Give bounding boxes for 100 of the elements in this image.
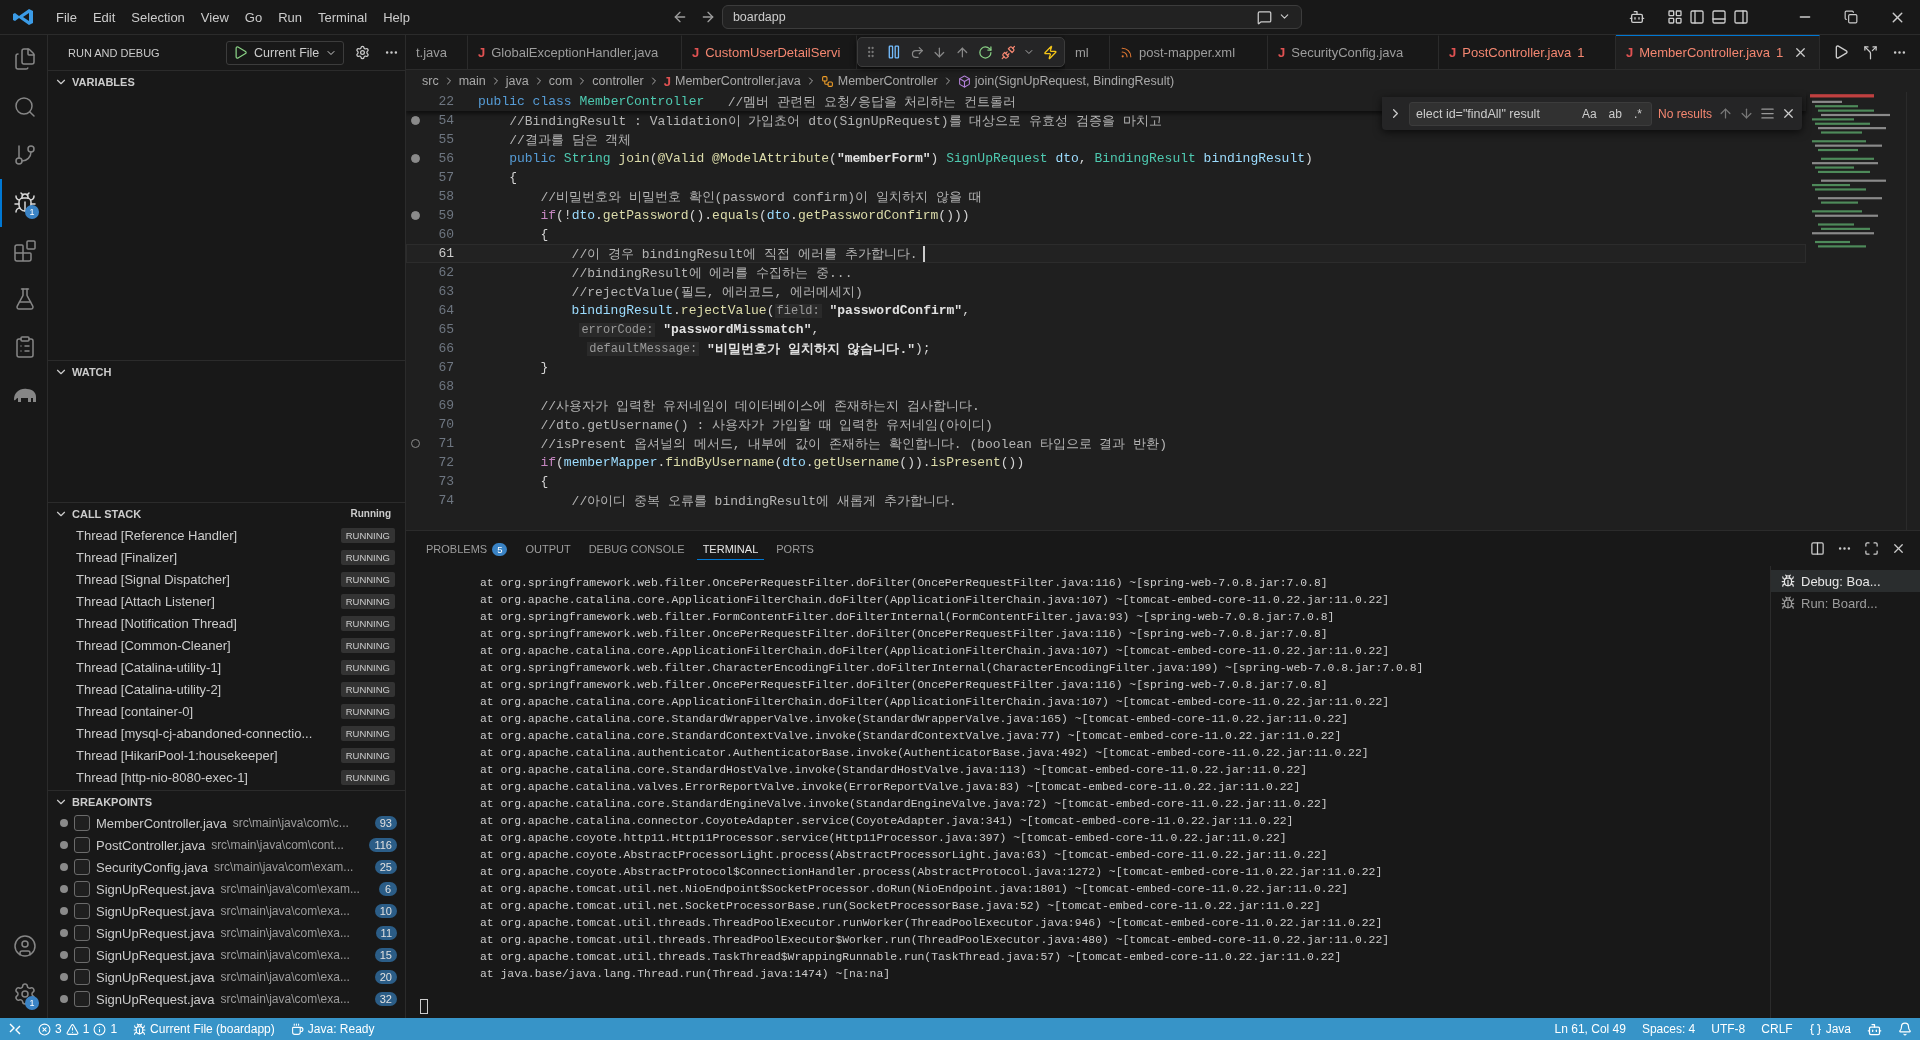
panel-tab[interactable]: OUTPUT [519, 537, 577, 560]
menu-item[interactable]: Terminal [310, 9, 376, 25]
breadcrumb-item[interactable]: java [505, 74, 529, 88]
thread-item[interactable]: Thread [http-nio-8080-exec-1] [76, 769, 248, 785]
braces-icon [1808, 1022, 1822, 1036]
line-number: 73 [437, 474, 454, 489]
checkbox[interactable] [74, 859, 90, 875]
menu-item[interactable]: Go [236, 9, 271, 25]
thread-item[interactable]: Thread [Reference Handler] [76, 527, 238, 543]
section-header[interactable]: WATCH [48, 360, 405, 382]
checkbox[interactable] [74, 947, 90, 963]
line-number: 64 [437, 303, 454, 318]
find-option[interactable]: .* [1630, 105, 1645, 122]
close-icon [1781, 106, 1796, 121]
breakpoint-file[interactable]: SignUpRequest.java [96, 925, 215, 941]
breakpoint-file[interactable]: SignUpRequest.java [96, 903, 215, 919]
thread-item[interactable]: Thread [mysql-cj-abandoned-connectio... [76, 725, 313, 741]
command-search-field[interactable]: boardapp [721, 5, 1302, 29]
breakpoint-file[interactable]: SignUpRequest.java [96, 881, 215, 897]
terminal-line: at org.apache.coyote.AbstractProtocol$ConnectionHandler.process(AbstractProtocol.java:1272) ~[tomcat-embed-core-11.0.22.jar:11.0.22] [480, 865, 1384, 880]
line-number: 62 [437, 265, 454, 280]
menu-item[interactable]: Run [270, 9, 310, 25]
launch-config-button[interactable]: Current File [226, 40, 345, 65]
find-option[interactable]: ab [1605, 105, 1625, 122]
breadcrumb-item[interactable]: controller [592, 74, 644, 88]
step-over-icon [909, 44, 925, 60]
thread-item[interactable]: Thread [HikariPool-1:housekeeper] [76, 747, 278, 763]
checkbox[interactable] [74, 837, 90, 853]
chat-icon [1256, 9, 1272, 25]
line-badge: 15 [374, 948, 397, 962]
panel-tab[interactable]: TERMINAL [696, 537, 765, 560]
breakpoint-icon [60, 907, 68, 915]
section-header[interactable]: BREAKPOINTS [48, 790, 405, 812]
thread-item[interactable]: Thread [Attach Listener] [76, 593, 215, 609]
terminal-item[interactable]: Run: Board... [1771, 592, 1920, 614]
terminal-line: at org.apache.catalina.core.ApplicationFilterChain.doFilter(ApplicationFilterChain.java:107) ~[tomcat-embed-core-11.0.22.jar:11.0.22] [480, 695, 1391, 710]
checkbox[interactable] [74, 903, 90, 919]
restart-icon [977, 44, 993, 60]
find-option[interactable]: Aa [1578, 105, 1600, 122]
breakpoint-icon[interactable] [410, 211, 420, 220]
activity-button[interactable]: 1 [0, 970, 47, 1018]
breakpoint-icon [60, 863, 68, 871]
thread-item[interactable]: Thread [Catalina-utility-1] [76, 659, 222, 675]
breakpoint-file[interactable]: SignUpRequest.java [96, 969, 215, 985]
elephant-icon[interactable] [11, 386, 38, 404]
find-field[interactable]: elect id="findAll" result Aa ab .* [1409, 101, 1652, 126]
java-file-icon: J [478, 45, 486, 60]
warning-icon [65, 1022, 79, 1036]
checkbox[interactable] [74, 815, 90, 831]
breadcrumb-item[interactable]: main [458, 74, 486, 88]
breadcrumb-item[interactable]: com [548, 74, 573, 88]
breakpoint-icon [60, 995, 68, 1003]
account-icon [12, 934, 37, 958]
checkbox[interactable] [74, 881, 90, 897]
terminal-line: at org.apache.tomcat.util.net.NioEndpoint$SocketProcessor.doRun(NioEndpoint.java:1801) ~[tomcat-embed-core-11.0.22.jar:11.0.22] [480, 882, 1350, 897]
code-line: //BindingResult : Validation이 가입쵸어 dto(SignUpRequest)를 대상으로 유효성 검증을 마치고 [508, 112, 1162, 130]
thread-item[interactable]: Thread [Common-Cleaner] [76, 637, 231, 653]
debug-label: Current File (boardapp) [150, 1022, 275, 1036]
editor-tab[interactable]: J MemberController.java 1 [1616, 35, 1820, 69]
thread-item[interactable]: Thread [Catalina-utility-2] [76, 681, 222, 697]
code-line: defaultMessage: "비밀번호가 일치하지 않습니다."); [586, 340, 931, 358]
menu-item[interactable]: Selection [123, 9, 193, 25]
breakpoint-file[interactable]: SecurityConfig.java [96, 859, 208, 875]
code-line: public class MemberController //멤버 관련된 요청/응답을 처리하는 컨트롤러 [478, 93, 1017, 111]
checkbox[interactable] [74, 969, 90, 985]
breakpoint-icon[interactable] [410, 154, 420, 163]
sidebar-title: RUN AND DEBUG [68, 46, 161, 59]
bug-icon [133, 1022, 147, 1036]
breadcrumb-item[interactable]: MemberController.java [675, 74, 801, 88]
menu-item[interactable]: Edit [84, 9, 124, 25]
bug-icon [1781, 596, 1795, 610]
line-number: 66 [437, 341, 454, 356]
breakpoint-file[interactable]: SignUpRequest.java [96, 947, 215, 963]
checkbox[interactable] [74, 991, 90, 1007]
section-header[interactable]: CALL STACK Running [48, 502, 405, 524]
breakpoint-file[interactable]: SignUpRequest.java [96, 991, 215, 1007]
checkbox[interactable] [74, 925, 90, 941]
breakpoint-file[interactable]: MemberController.java [96, 815, 227, 831]
line-badge: 6 [379, 882, 397, 896]
section-header[interactable]: VARIABLES [48, 70, 405, 92]
breakpoint-file[interactable]: PostController.java [96, 837, 206, 853]
thread-item[interactable]: Thread [Notification Thread] [76, 615, 237, 631]
breadcrumb-item[interactable]: src [422, 74, 439, 88]
breakpoint-icon[interactable] [410, 116, 420, 125]
panel-tab[interactable]: PORTS [770, 537, 820, 560]
menu-item[interactable]: File [48, 9, 85, 25]
menu-item[interactable]: Help [375, 9, 418, 25]
terminal-item[interactable]: Debug: Boa... [1771, 570, 1920, 592]
breakpoint-path: src\main\java\com\exam... [214, 860, 355, 874]
maximize-icon [1864, 541, 1879, 556]
thread-item[interactable]: Thread [Signal Dispatcher] [76, 571, 230, 587]
breadcrumb-item[interactable]: join(SignUpRequest, BindingResult) [974, 74, 1175, 88]
panel-tab[interactable]: DEBUG CONSOLE [582, 537, 691, 560]
thread-item[interactable]: Thread [Finalizer] [76, 549, 178, 565]
menu-item[interactable]: View [192, 9, 237, 25]
breakpoint-path: src\main\java\com\exa... [220, 992, 351, 1006]
xml-file-icon [1120, 46, 1133, 59]
breadcrumb-item[interactable]: MemberController [837, 74, 938, 88]
thread-item[interactable]: Thread [container-0] [76, 703, 194, 719]
panel-tab[interactable]: PROBLEMS 5 [420, 536, 514, 561]
